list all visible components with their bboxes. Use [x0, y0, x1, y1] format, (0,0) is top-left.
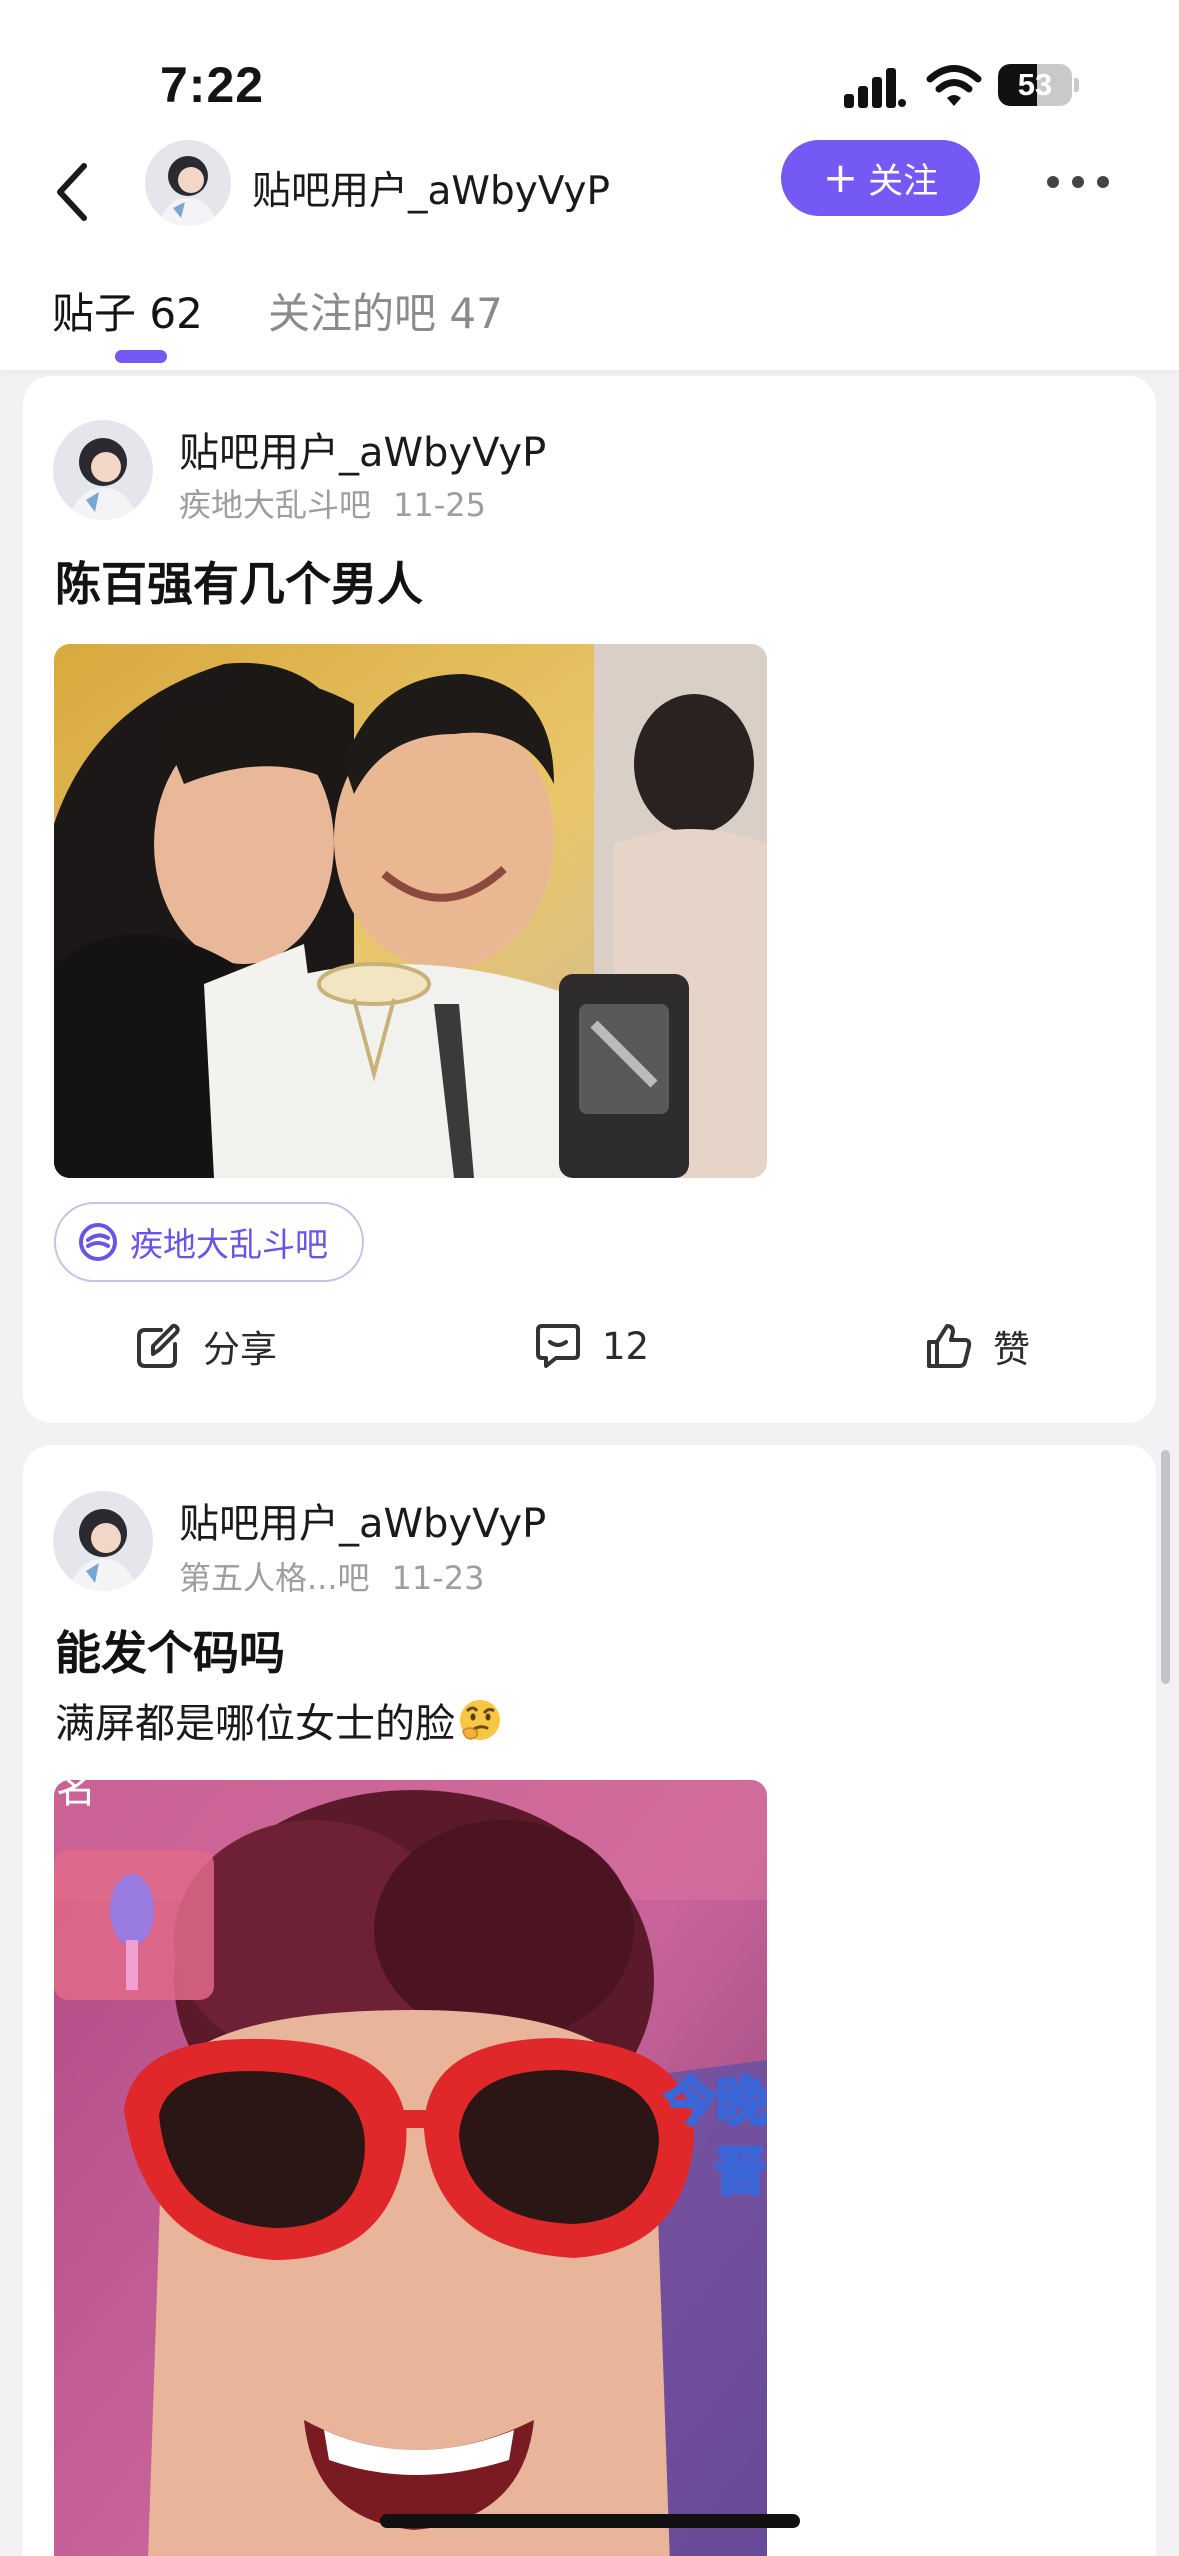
battery-indicator: 53	[998, 64, 1079, 106]
scrollbar[interactable]	[1161, 1450, 1170, 1684]
tab-followed-bars[interactable]: 关注的吧 47	[268, 280, 503, 341]
author-avatar[interactable]	[53, 420, 153, 520]
more-dots-icon[interactable]	[1046, 174, 1110, 190]
share-label: 分享	[203, 1328, 277, 1371]
forum-tag-label: 疾地大乱斗吧	[130, 1225, 328, 1264]
profile-tabs: 贴子 62 关注的吧 47	[0, 268, 1179, 370]
author-avatar[interactable]	[53, 1491, 153, 1591]
post-image[interactable]: 名 今晚 晋	[54, 1780, 767, 2556]
like-label: 赞	[993, 1328, 1030, 1371]
wifi-icon	[926, 65, 982, 106]
post-meta: 第五人格...吧 11-23	[179, 1553, 485, 1599]
header-avatar[interactable]	[145, 140, 231, 226]
share-icon	[137, 1323, 180, 1368]
tab-posts[interactable]: 贴子 62	[52, 280, 203, 341]
status-time: 7:22	[160, 57, 265, 113]
tab-bars-count: 47	[449, 289, 503, 338]
tab-bars-label: 关注的吧	[268, 289, 437, 338]
share-button[interactable]: 分享	[133, 1306, 277, 1386]
image-overlay-text-3: 晋	[714, 2143, 766, 2203]
post-body: 满屏都是哪位女士的脸	[55, 1691, 503, 1749]
post-date: 11-25	[393, 486, 486, 524]
tab-posts-label: 贴子	[52, 289, 137, 338]
thumbs-up-icon	[927, 1324, 972, 1368]
post-forum[interactable]: 第五人格...吧	[179, 1559, 370, 1597]
status-bar: 7:22 53	[0, 0, 1179, 140]
forum-tag[interactable]: 疾地大乱斗吧	[54, 1202, 364, 1282]
signal-icon	[844, 68, 906, 108]
tab-posts-count: 62	[149, 289, 203, 338]
post-body-text: 满屏都是哪位女士的脸	[55, 1701, 455, 1747]
post-card[interactable]: 贴吧用户_aWbyVyP 第五人格...吧 11-23 能发个码吗 满屏都是哪位女…	[23, 1445, 1156, 2556]
post-title: 陈百强有几个男人	[55, 557, 423, 611]
image-overlay-text-1: 名	[56, 1780, 96, 1812]
battery-percent: 53	[1017, 67, 1053, 102]
post-title: 能发个码吗	[55, 1626, 285, 1680]
comment-icon	[536, 1324, 580, 1368]
follow-label: 关注	[868, 161, 939, 202]
post-image[interactable]	[54, 644, 767, 1178]
image-overlay-text-2: 今晚	[664, 2073, 767, 2133]
header-username: 贴吧用户_aWbyVyP	[252, 169, 611, 214]
comment-button[interactable]: 12	[532, 1306, 649, 1386]
profile-header: 贴吧用户_aWbyVyP + 关注 贴子 62 关注的吧 47	[0, 140, 1179, 370]
like-button[interactable]: 赞	[923, 1306, 1030, 1386]
tab-active-indicator	[115, 350, 167, 363]
comment-count: 12	[602, 1324, 650, 1368]
post-forum[interactable]: 疾地大乱斗吧	[179, 486, 371, 524]
thinking-face-emoji-icon	[460, 1700, 500, 1740]
post-card[interactable]: 贴吧用户_aWbyVyP 疾地大乱斗吧 11-25 陈百强有几个男人 疾地大乱斗…	[23, 376, 1156, 1423]
post-author: 贴吧用户_aWbyVyP	[179, 1501, 547, 1547]
forum-logo-icon	[79, 1223, 117, 1261]
follow-button[interactable]: + 关注	[781, 140, 980, 216]
post-meta: 疾地大乱斗吧 11-25	[179, 480, 486, 526]
post-action-bar: 分享 12 赞	[23, 1306, 1156, 1386]
post-author: 贴吧用户_aWbyVyP	[179, 430, 547, 476]
post-date: 11-23	[391, 1559, 485, 1597]
home-indicator[interactable]	[380, 2514, 800, 2528]
plus-icon: +	[822, 153, 859, 202]
back-arrow-icon[interactable]	[48, 150, 98, 234]
